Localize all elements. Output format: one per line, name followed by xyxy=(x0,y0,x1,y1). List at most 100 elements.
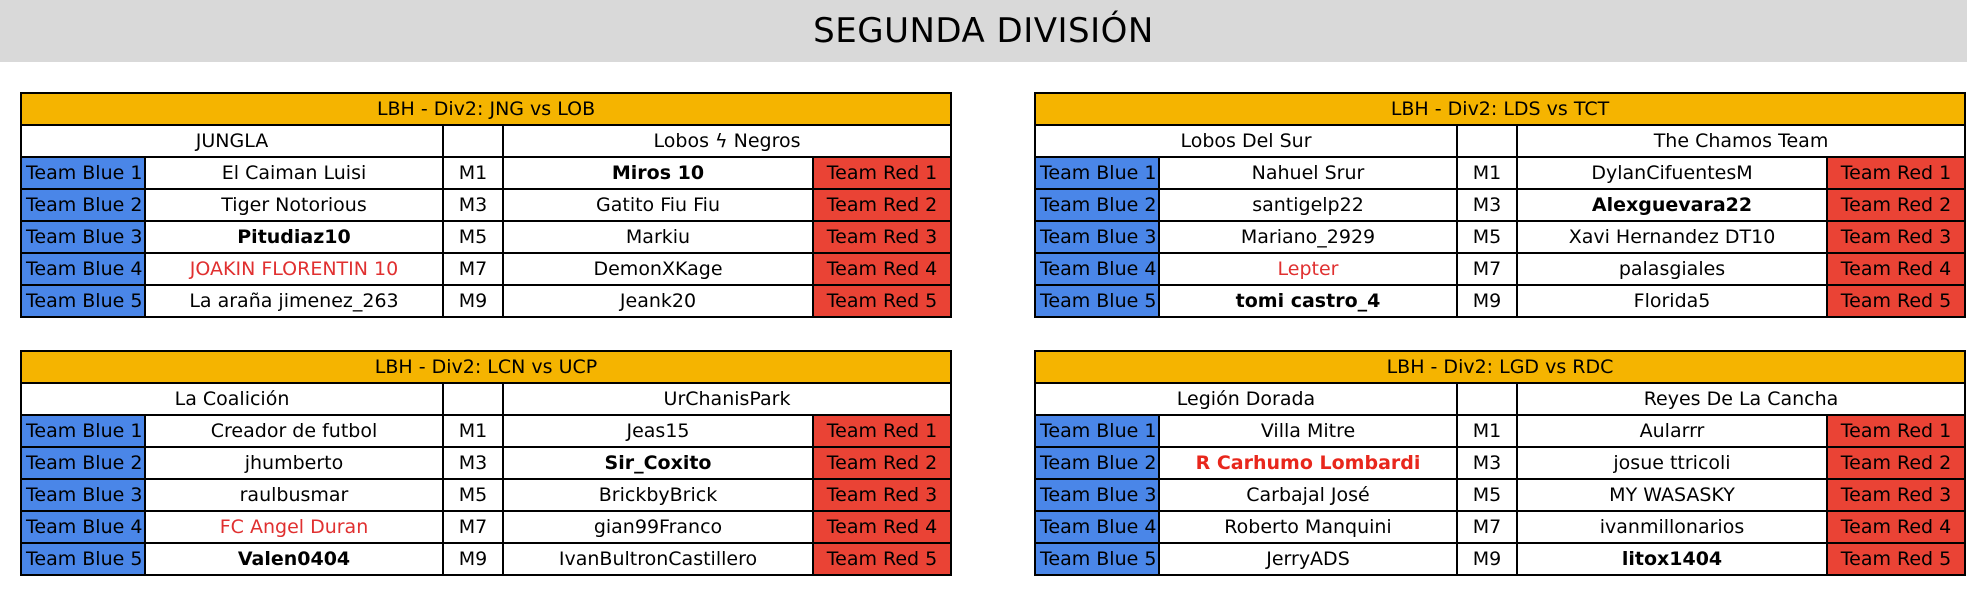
match-code: M1 xyxy=(442,156,504,190)
red-slot-label: Team Red 2 xyxy=(1825,188,1967,222)
match-code: M7 xyxy=(1456,252,1518,286)
player-name-blue: tomi castro_4 xyxy=(1158,284,1458,318)
player-name-blue: Pitudiaz10 xyxy=(144,220,444,254)
team-name-right: Lobos ϟ Negros xyxy=(501,124,953,158)
red-slot-label: Team Red 3 xyxy=(1825,220,1967,254)
match-code: M3 xyxy=(442,446,504,480)
player-name-blue: JOAKIN FLORENTIN 10 xyxy=(144,252,444,286)
player-name-red: josue ttricoli xyxy=(1516,446,1828,480)
player-name-red: Miros 10 xyxy=(502,156,814,190)
player-name-red: Aularrr xyxy=(1516,414,1828,448)
player-name-blue: Villa Mitre xyxy=(1158,414,1458,448)
player-name-blue: Nahuel Srur xyxy=(1158,156,1458,190)
red-slot-label: Team Red 5 xyxy=(811,284,953,318)
team-names-spacer xyxy=(1456,124,1518,158)
blue-slot-label: Team Blue 4 xyxy=(20,510,146,544)
blue-slot-label: Team Blue 3 xyxy=(20,220,146,254)
match-header-row: LBH - Div2: LDS vs TCT xyxy=(1033,92,1967,126)
table-row: Team Blue 5 La araña jimenez_263 M9 Jeank20… xyxy=(20,284,953,318)
team-names-row: JUNGLA Lobos ϟ Negros xyxy=(20,124,953,158)
red-slot-label: Team Red 5 xyxy=(1826,542,1966,576)
player-name-blue: R Carhumo Lombardi xyxy=(1158,446,1458,480)
match-code: M3 xyxy=(1456,446,1518,480)
match-table: LBH - Div2: LGD vs RDC Legión Dorada Reyes… xyxy=(1034,350,1966,576)
player-name-red: Gatito Fiu Fiu xyxy=(502,188,814,222)
red-slot-label: Team Red 3 xyxy=(811,220,953,254)
team-name-left: La Coalición xyxy=(20,382,444,416)
table-row: Team Blue 3 Pitudiaz10 M5 Markiu Team Red 3 xyxy=(20,220,953,254)
red-slot-label: Team Red 2 xyxy=(811,188,953,222)
player-name-blue: Valen0404 xyxy=(144,542,444,576)
player-name-blue: jhumberto xyxy=(144,446,444,480)
team-name-left: Lobos Del Sur xyxy=(1034,124,1458,158)
match-code: M9 xyxy=(1456,542,1518,576)
player-name-red: Florida5 xyxy=(1516,284,1828,318)
player-name-red: IvanBultronCastillero xyxy=(502,542,814,576)
match-code: M5 xyxy=(442,220,504,254)
match-code: M1 xyxy=(442,414,504,448)
match-header-row: LBH - Div2: LCN vs UCP xyxy=(19,350,953,384)
player-name-blue: Roberto Manquini xyxy=(1158,510,1458,544)
page-title: SEGUNDA DIVISIÓN xyxy=(813,11,1154,51)
red-slot-label: Team Red 4 xyxy=(811,252,953,286)
player-name-blue: FC Angel Duran xyxy=(144,510,444,544)
red-slot-label: Team Red 1 xyxy=(811,156,953,190)
player-name-red: Jeas15 xyxy=(502,414,814,448)
table-row: Team Blue 2 Tiger Notorious M3 Gatito Fiu F… xyxy=(20,188,953,222)
page-header-bar: SEGUNDA DIVISIÓN xyxy=(0,0,1967,62)
table-row: Team Blue 4 Lepter M7 palasgiales Team Red 4 xyxy=(1034,252,1967,286)
player-name-red: litox1404 xyxy=(1516,542,1828,576)
team-name-right: UrChanisPark xyxy=(501,382,953,416)
red-slot-label: Team Red 5 xyxy=(811,542,953,576)
match-code: M7 xyxy=(1456,510,1518,544)
blue-slot-label: Team Blue 1 xyxy=(20,414,146,448)
team-names-row: La Coalición UrChanisPark xyxy=(20,382,953,416)
blue-slot-label: Team Blue 4 xyxy=(20,252,146,286)
blue-slot-label: Team Blue 5 xyxy=(1034,284,1160,318)
match-code: M3 xyxy=(442,188,504,222)
red-slot-label: Team Red 3 xyxy=(811,478,953,512)
red-slot-label: Team Red 4 xyxy=(811,510,953,544)
red-slot-label: Team Red 4 xyxy=(1826,510,1966,544)
player-name-red: DylanCifuentesM xyxy=(1516,156,1828,190)
team-names-spacer xyxy=(442,124,504,158)
player-name-red: Xavi Hernandez DT10 xyxy=(1516,220,1828,254)
blue-slot-label: Team Blue 1 xyxy=(1034,414,1160,448)
player-name-blue: Creador de futbol xyxy=(144,414,444,448)
match-title: LBH - Div2: LDS vs TCT xyxy=(1033,92,1967,126)
player-name-blue: raulbusmar xyxy=(144,478,444,512)
match-code: M7 xyxy=(442,510,504,544)
player-name-red: palasgiales xyxy=(1516,252,1828,286)
team-names-row: Legión Dorada Reyes De La Cancha xyxy=(1034,382,1966,416)
table-row: Team Blue 2 santigelp22 M3 Alexguevara22 Tea… xyxy=(1034,188,1967,222)
player-name-blue: JerryADS xyxy=(1158,542,1458,576)
blue-slot-label: Team Blue 5 xyxy=(20,284,146,318)
match-code: M9 xyxy=(442,284,504,318)
player-name-blue: Tiger Notorious xyxy=(144,188,444,222)
red-slot-label: Team Red 5 xyxy=(1825,284,1967,318)
team-name-left: Legión Dorada xyxy=(1034,382,1458,416)
match-code: M9 xyxy=(442,542,504,576)
table-row: Team Blue 5 tomi castro_4 M9 Florida5 Team R… xyxy=(1034,284,1967,318)
red-slot-label: Team Red 1 xyxy=(811,414,953,448)
blue-slot-label: Team Blue 3 xyxy=(20,478,146,512)
table-row: Team Blue 4 FC Angel Duran M7 gian99Franco T… xyxy=(20,510,953,544)
player-name-red: MY WASASKY xyxy=(1516,478,1828,512)
blue-slot-label: Team Blue 3 xyxy=(1034,220,1160,254)
match-table: LBH - Div2: LCN vs UCP La Coalición UrChan… xyxy=(19,350,953,576)
team-name-right: The Chamos Team xyxy=(1515,124,1967,158)
table-row: Team Blue 1 Villa Mitre M1 Aularrr Team Red … xyxy=(1034,414,1966,448)
table-row: Team Blue 5 Valen0404 M9 IvanBultronCastill… xyxy=(20,542,953,576)
blue-slot-label: Team Blue 5 xyxy=(1034,542,1160,576)
table-row: Team Blue 3 Mariano_2929 M5 Xavi Hernandez … xyxy=(1034,220,1967,254)
match-code: M1 xyxy=(1456,156,1518,190)
match-code: M5 xyxy=(1456,220,1518,254)
red-slot-label: Team Red 2 xyxy=(811,446,953,480)
team-names-row: Lobos Del Sur The Chamos Team xyxy=(1034,124,1967,158)
team-name-right: Reyes De La Cancha xyxy=(1516,382,1966,416)
match-code: M7 xyxy=(442,252,504,286)
blue-slot-label: Team Blue 5 xyxy=(20,542,146,576)
table-row: Team Blue 2 jhumberto M3 Sir_Coxito Team Red… xyxy=(20,446,953,480)
match-code: M5 xyxy=(1456,478,1518,512)
blue-slot-label: Team Blue 3 xyxy=(1034,478,1160,512)
